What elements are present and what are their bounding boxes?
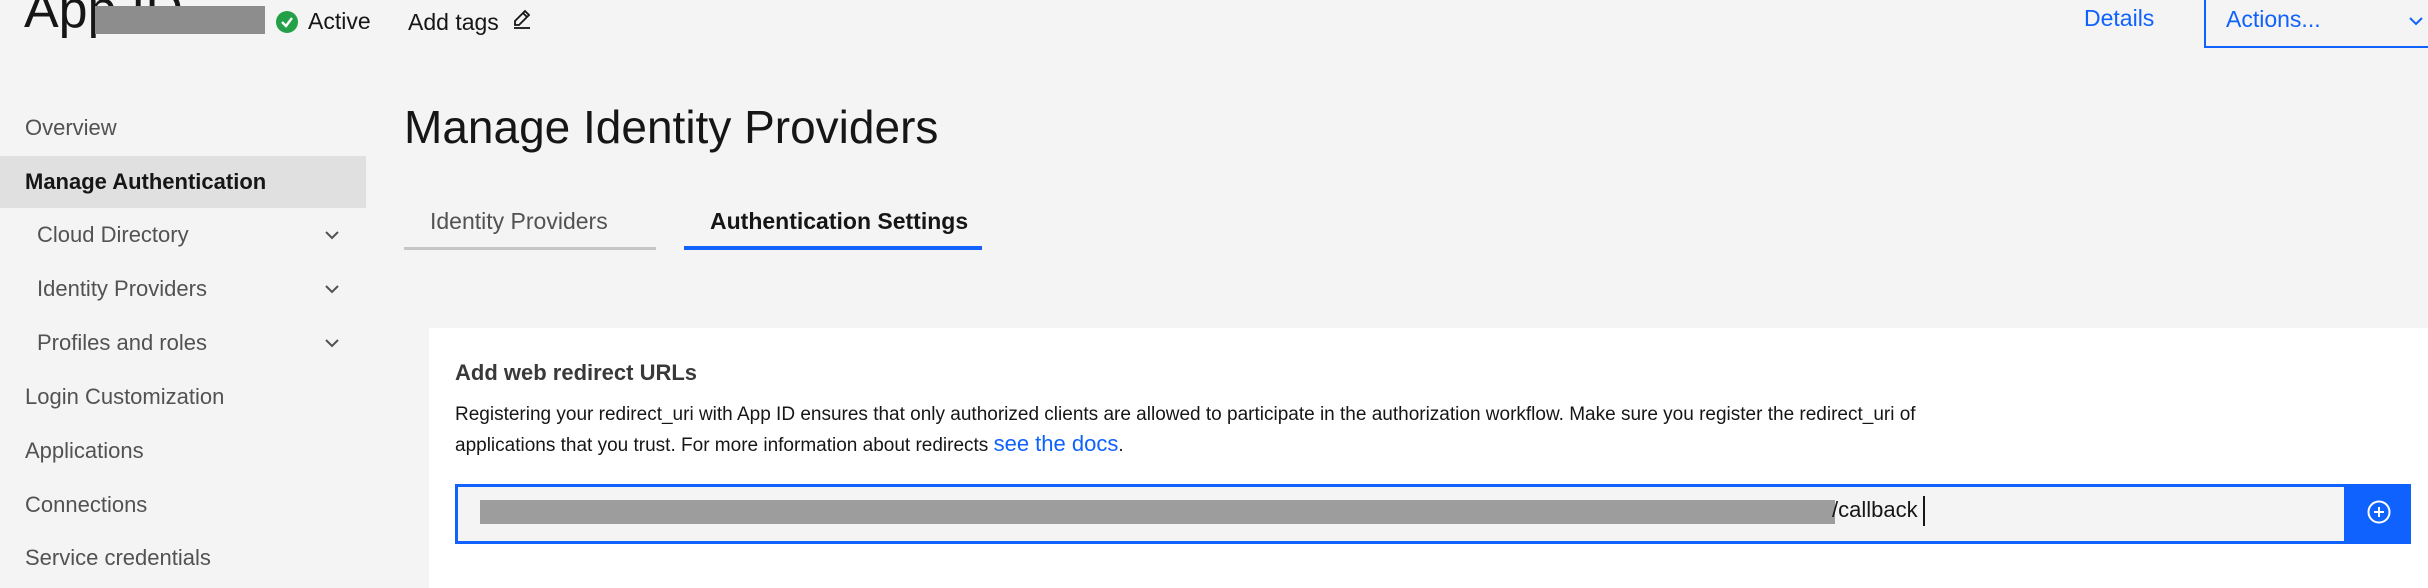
panel-description: Registering your redirect_uri with App I… <box>455 400 1975 460</box>
sidebar-item-connections[interactable]: Connections <box>0 479 366 531</box>
sidebar-item-overview[interactable]: Overview <box>0 102 366 154</box>
sidebar-item-applications[interactable]: Applications <box>0 425 366 477</box>
sidebar-item-profiles-and-roles[interactable]: Profiles and roles <box>0 317 366 369</box>
redacted-url-text <box>480 500 1835 524</box>
sidebar-item-label: Cloud Directory <box>37 222 189 247</box>
sidebar-item-identity-providers[interactable]: Identity Providers <box>0 263 366 315</box>
docs-link[interactable]: see the docs <box>994 431 1119 456</box>
sidebar-item-label: Connections <box>25 492 148 517</box>
tab-authentication-settings[interactable]: Authentication Settings <box>684 190 982 250</box>
add-tags-button[interactable]: Add tags <box>408 8 533 36</box>
chevron-down-icon <box>322 279 342 305</box>
tab-label: Identity Providers <box>430 208 608 234</box>
redirect-url-suffix: /callback <box>1832 497 1918 522</box>
status-label: Active <box>308 8 371 34</box>
sidebar-item-label: Service credentials <box>25 545 211 570</box>
sidebar-item-label: Applications <box>25 438 144 463</box>
details-link[interactable]: Details <box>2084 5 2154 32</box>
edit-icon <box>511 8 533 36</box>
status-badge: Active <box>276 8 371 35</box>
actions-label: Actions... <box>2226 6 2321 32</box>
sidebar-item-service-credentials[interactable]: Service credentials <box>0 532 366 584</box>
page-title: Manage Identity Providers <box>404 101 939 153</box>
sidebar-item-label: Login Customization <box>25 384 225 409</box>
sidebar-item-label: Identity Providers <box>37 276 207 301</box>
chevron-down-icon <box>322 333 342 359</box>
panel-title: Add web redirect URLs <box>455 360 698 385</box>
sidebar-item-cloud-directory[interactable]: Cloud Directory <box>0 209 366 261</box>
actions-menu-button[interactable]: Actions... <box>2204 0 2428 48</box>
checkmark-circle-icon <box>276 10 298 33</box>
tab-identity-providers[interactable]: Identity Providers <box>404 190 656 250</box>
sidebar-item-login-customization[interactable]: Login Customization <box>0 371 366 423</box>
add-url-button[interactable] <box>2347 484 2411 544</box>
text-cursor <box>1923 496 1925 526</box>
sidebar-item-manage-authentication[interactable]: Manage Authentication <box>0 156 366 208</box>
description-period: . <box>1118 435 1124 456</box>
add-tags-label: Add tags <box>408 8 499 35</box>
redacted-app-name <box>95 6 265 34</box>
sidebar-item-label: Overview <box>25 115 117 140</box>
panel-description-text: Registering your redirect_uri with App I… <box>455 404 1916 456</box>
sidebar-item-label: Profiles and roles <box>37 330 207 355</box>
sidebar-item-label: Manage Authentication <box>25 169 267 194</box>
tab-label: Authentication Settings <box>710 208 969 234</box>
chevron-down-icon <box>322 225 342 251</box>
chevron-down-icon <box>2406 10 2426 37</box>
add-circle-icon <box>2366 499 2392 530</box>
